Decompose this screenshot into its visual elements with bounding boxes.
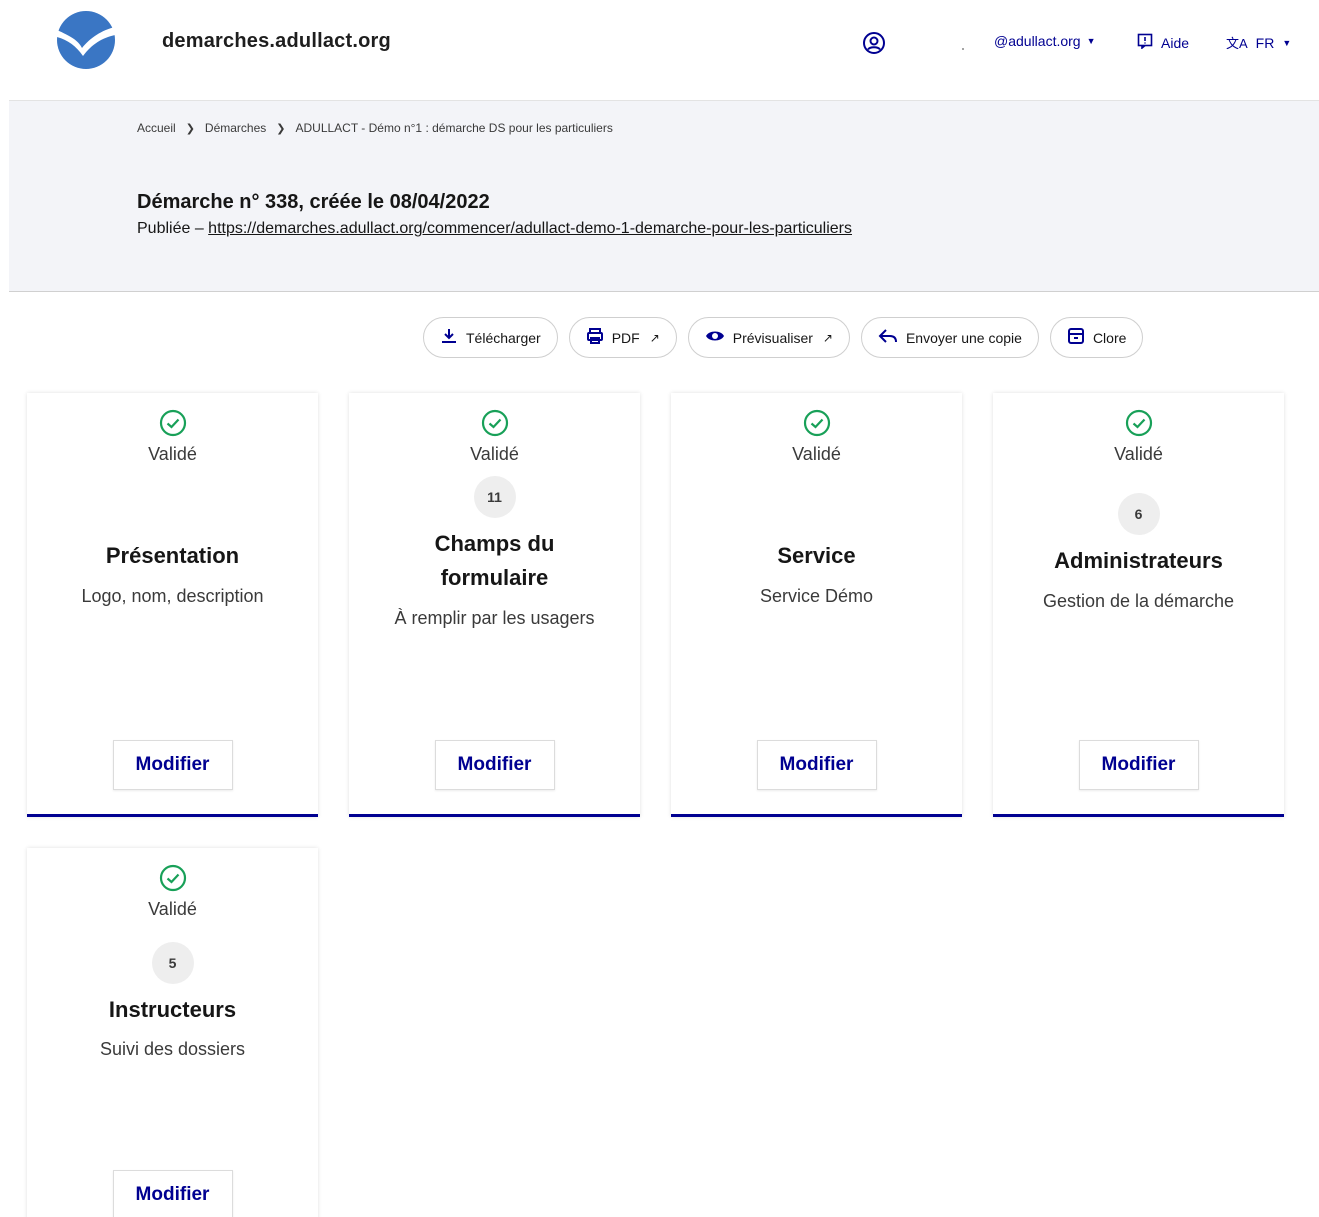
- status-badge: Validé: [27, 864, 318, 920]
- card-administrators: Validé 6 Administrateurs Gestion de la d…: [993, 393, 1284, 817]
- card-title: Présentation: [105, 543, 240, 568]
- status-label: Validé: [1114, 444, 1163, 464]
- help-label: Aide: [1161, 34, 1190, 51]
- card-description: Suivi des dossiers: [99, 1039, 246, 1059]
- card-description: Service Démo: [759, 586, 874, 606]
- reply-icon: [878, 328, 898, 347]
- help-link[interactable]: Aide: [1137, 33, 1189, 52]
- site-logo[interactable]: [56, 10, 116, 70]
- modify-button[interactable]: Modifier: [434, 740, 555, 790]
- status-badge: Validé: [671, 409, 962, 465]
- page-title: Démarche n° 338, créée le 08/04/2022: [137, 191, 490, 213]
- modify-button[interactable]: Modifier: [112, 740, 233, 790]
- chevron-right-icon: ❯: [276, 122, 286, 135]
- header: demarches.adullact.org @adullact.org ▼ A…: [0, 0, 1319, 92]
- close-label: Clore: [1092, 329, 1127, 346]
- chevron-right-icon: ❯: [185, 122, 195, 135]
- status-badge: Validé: [27, 409, 318, 465]
- chevron-down-icon: ▼: [1086, 36, 1096, 46]
- download-label: Télécharger: [466, 329, 541, 346]
- user-email: @adullact.org: [994, 33, 1081, 49]
- chevron-down-icon: ▼: [1282, 37, 1292, 48]
- card-title: Champs du formulaire: [434, 531, 555, 590]
- language-label: FR: [1255, 34, 1275, 51]
- printer-icon: [586, 327, 604, 348]
- check-circle-icon: [159, 864, 187, 897]
- card-description: Logo, nom, description: [81, 586, 264, 606]
- preview-label: Prévisualiser: [732, 329, 813, 346]
- account-icon[interactable]: [862, 31, 886, 55]
- help-icon: [1137, 33, 1153, 52]
- send-copy-label: Envoyer une copie: [905, 329, 1022, 346]
- breadcrumb-item[interactable]: Démarches: [205, 121, 266, 135]
- status-badge: Validé: [993, 409, 1284, 465]
- external-link-icon: ↗: [822, 330, 833, 345]
- card-description: Gestion de la démarche: [1042, 591, 1235, 611]
- action-toolbar: Télécharger PDF ↗ Prévisualiser ↗ Envoye…: [423, 317, 1144, 358]
- card-description: À remplir par les usagers: [394, 608, 595, 628]
- status-label: Validé: [148, 444, 197, 464]
- site-name[interactable]: demarches.adullact.org: [162, 30, 391, 53]
- modify-button[interactable]: Modifier: [1078, 740, 1199, 790]
- close-procedure-button[interactable]: Clore: [1049, 317, 1144, 358]
- status-label: Validé: [792, 444, 841, 464]
- pdf-button[interactable]: PDF ↗: [568, 317, 677, 358]
- status-prefix: Publiée –: [137, 220, 209, 237]
- breadcrumb-item[interactable]: Accueil: [137, 121, 176, 135]
- breadcrumb-current: ADULLACT - Démo n°1 : démarche DS pour l…: [295, 121, 613, 135]
- pdf-label: PDF: [611, 329, 640, 346]
- count-badge: 11: [473, 476, 516, 518]
- public-url-link[interactable]: https://demarches.adullact.org/commencer…: [208, 220, 852, 237]
- language-select[interactable]: 文A FR ▼: [1226, 33, 1291, 52]
- count-badge: 6: [1117, 493, 1160, 535]
- card-presentation: Validé Présentation Logo, nom, descripti…: [27, 393, 318, 817]
- breadcrumb: Accueil ❯ Démarches ❯ ADULLACT - Démo n°…: [137, 121, 613, 135]
- check-circle-icon: [159, 409, 187, 442]
- check-circle-icon: [803, 409, 831, 442]
- check-circle-icon: [1125, 409, 1153, 442]
- download-icon: [440, 327, 458, 348]
- card-form-fields: Validé 11 Champs du formulaire À remplir…: [349, 393, 640, 817]
- status-label: Validé: [148, 899, 197, 919]
- hero-banner: Accueil ❯ Démarches ❯ ADULLACT - Démo n°…: [9, 100, 1319, 292]
- download-button[interactable]: Télécharger: [423, 317, 558, 358]
- publication-status: Publiée – https://demarches.adullact.org…: [137, 220, 852, 238]
- check-circle-icon: [481, 409, 509, 442]
- archive-icon: [1067, 327, 1085, 348]
- card-service: Validé Service Service Démo Modifier: [671, 393, 962, 817]
- send-copy-button[interactable]: Envoyer une copie: [860, 317, 1039, 358]
- external-link-icon: ↗: [649, 330, 660, 345]
- user-menu[interactable]: @adullact.org ▼: [994, 33, 1096, 49]
- preview-button[interactable]: Prévisualiser ↗: [687, 317, 850, 358]
- status-label: Validé: [470, 444, 519, 464]
- eye-icon: [705, 329, 725, 346]
- card-instructors: Validé 5 Instructeurs Suivi des dossiers…: [27, 848, 318, 1217]
- status-badge: Validé: [349, 409, 640, 465]
- card-title: Instructeurs: [108, 997, 237, 1022]
- card-title: Service: [777, 543, 856, 568]
- modify-button[interactable]: Modifier: [756, 740, 877, 790]
- card-title: Administrateurs: [1054, 548, 1223, 573]
- header-dot: [962, 48, 964, 50]
- count-badge: 5: [151, 942, 194, 984]
- modify-button[interactable]: Modifier: [112, 1170, 233, 1217]
- translate-icon: 文A: [1226, 36, 1248, 51]
